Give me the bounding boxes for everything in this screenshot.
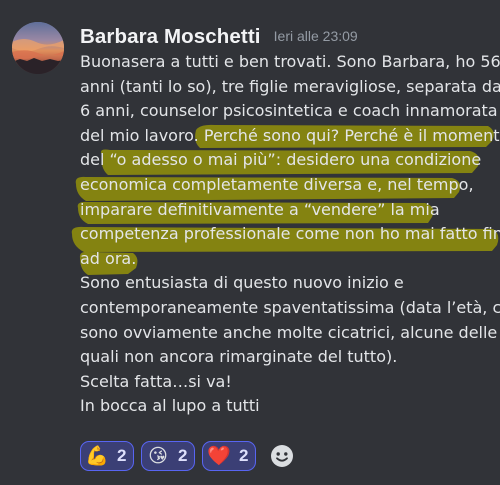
face-blowing-kiss-icon: 😘 (148, 445, 168, 467)
message-line-highlighted: imparare definitivamente a “vendere” la … (80, 199, 440, 219)
message-line: quali non ancora rimarginate del tutto). (80, 347, 398, 367)
username[interactable]: Barbara Moschetti (80, 25, 261, 48)
message-line: Scelta fatta…si va! (80, 371, 232, 391)
reaction-count: 2 (178, 446, 188, 465)
reaction-count: 2 (239, 446, 249, 465)
reaction-face-blowing-kiss[interactable]: 😘 2 (141, 441, 195, 471)
message-line: contemporaneamente spaventatissima (data… (80, 298, 500, 317)
message-line-highlighted: del “o adesso o mai più”: desidero una c… (80, 150, 482, 170)
timestamp[interactable]: Ieri alle 23:09 (274, 28, 358, 44)
reactions-bar: 💪 2 😘 2 ❤️ 2 (80, 441, 298, 473)
reaction-red-heart[interactable]: ❤️ 2 (202, 441, 256, 471)
add-reaction-icon (271, 445, 293, 467)
message-item: Barbara Moschetti Ieri alle 23:09 Buonas… (0, 0, 500, 485)
message-header: Barbara Moschetti Ieri alle 23:09 (80, 25, 358, 53)
message-line: In bocca al lupo a tutti (80, 396, 260, 416)
message-line: sono ovviamente anche molte cicatrici, a… (80, 322, 498, 342)
message-line: del mio lavoro. Perché sono qui? Perché … (80, 124, 500, 149)
message-line: anni (tanti lo so), tre figlie meravigli… (80, 76, 500, 96)
reaction-flexed-biceps[interactable]: 💪 2 (80, 441, 134, 471)
message-line-highlighted: economica completamente diversa e, nel t… (80, 175, 474, 194)
add-reaction-button[interactable] (266, 441, 298, 471)
red-heart-icon: ❤️ (207, 445, 231, 467)
message-line-highlighted: ad ora. (80, 248, 137, 268)
message-line-highlighted: competenza professionale come non ho mai… (80, 224, 500, 244)
message-line: 6 anni, counselor psicosintetica e coach… (80, 101, 498, 121)
flexed-biceps-icon: 💪 (85, 445, 109, 467)
message-line-plain-part: del mio lavoro. (80, 125, 204, 145)
message-line: Sono entusiasta di questo nuovo inizio e (80, 273, 404, 293)
message-line-highlighted-part: Perché sono qui? Perché è il momento (203, 125, 500, 145)
reaction-count: 2 (117, 446, 127, 465)
message-line: Buonasera a tutti e ben trovati. Sono Ba… (80, 52, 500, 71)
avatar[interactable] (12, 22, 64, 74)
